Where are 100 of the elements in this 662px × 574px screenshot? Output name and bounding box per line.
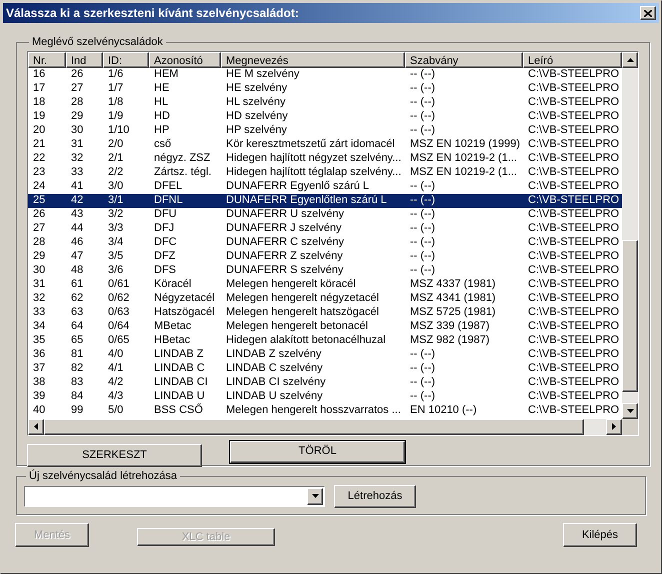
table-row[interactable]: 17 27 1/7 HE HE szelvény -- (--) C:\VB-STEELPRO (28, 82, 622, 96)
column-header[interactable]: Megnevezés (221, 52, 405, 68)
table-row[interactable]: 40 99 5/0 BSS CSŐ Melegen hengerelt hosszvarratos ... EN 10210 (--) C:\VB-STEELPRO (28, 404, 622, 418)
table-cell: 26 (71, 68, 84, 80)
table-row[interactable]: 19 29 1/9 HD HD szelvény -- (--) C:\VB-STEELPRO (28, 110, 622, 124)
table-cell: 17 (33, 82, 46, 94)
table-cell: 3/2 (108, 208, 124, 220)
table-cell: Köracél (154, 278, 192, 290)
table-cell: C:\VB-STEELPRO (528, 208, 620, 220)
table-row[interactable]: 36 81 4/0 LINDAB Z LINDAB Z szelvény -- (--) C:\VB-STEELPRO (28, 348, 622, 362)
table-cell: -- (--) (410, 264, 436, 276)
table-cell: -- (--) (410, 82, 436, 94)
table-row[interactable]: 34 64 0/64 MBetac Melegen hengerelt betonacél MSZ 339 (1987) C:\VB-STEELPRO (28, 320, 622, 334)
table-cell: C:\VB-STEELPRO (528, 180, 620, 192)
scroll-up-button[interactable] (622, 52, 638, 68)
table-cell: HE (154, 82, 170, 94)
table-row[interactable]: 33 63 0/63 Hatszögacél Melegen hengerelt hatszögacél MSZ 5725 (1981) C:\VB-STEELPRO (28, 306, 622, 320)
table-cell: 1/9 (108, 110, 124, 122)
table-row[interactable]: 30 48 3/6 DFS DUNAFERR S szelvény -- (--) C:\VB-STEELPRO (28, 264, 622, 278)
table-row[interactable]: 31 61 0/61 Köracél Melegen hengerelt köracél MSZ 4337 (1981) C:\VB-STEELPRO (28, 278, 622, 292)
table-row[interactable]: 18 28 1/8 HL HL szelvény -- (--) C:\VB-STEELPRO (28, 96, 622, 110)
column-header[interactable]: Szabvány (405, 52, 523, 68)
table-cell: C:\VB-STEELPRO (528, 110, 620, 122)
table-cell: DFS (154, 264, 176, 276)
table-cell: 62 (71, 292, 84, 304)
table-row[interactable]: 28 46 3/4 DFC DUNAFERR C szelvény -- (--) C:\VB-STEELPRO (28, 236, 622, 250)
table-cell: 1/6 (108, 68, 124, 80)
column-header[interactable]: Nr. (28, 52, 66, 68)
table-row[interactable]: 22 32 2/1 négyz. ZSZ Hidegen hajlított négyzet szelvény... MSZ EN 10219-2 (1... C:\VB-STEELPRO (28, 152, 622, 166)
table-cell: Hidegen hajlított téglalap szelvény... (226, 166, 402, 178)
table-row[interactable]: 37 82 4/1 LINDAB C LINDAB C szelvény -- (--) C:\VB-STEELPRO (28, 362, 622, 376)
table-cell: HL szelvény (226, 96, 286, 108)
table-cell: HD (154, 110, 170, 122)
table-cell: C:\VB-STEELPRO (528, 376, 620, 388)
table-row[interactable]: 24 41 3/0 DFEL DUNAFERR Egyenlő szárú L -- (--) C:\VB-STEELPRO (28, 180, 622, 194)
table-cell: DFEL (154, 180, 182, 192)
table-cell: 28 (71, 96, 84, 108)
table-row[interactable]: 16 26 1/6 HEM HE M szelvény -- (--) C:\VB-STEELPRO (28, 68, 622, 82)
column-header[interactable]: ID: (103, 52, 149, 68)
table-cell: 32 (33, 292, 46, 304)
table-row[interactable]: 35 65 0/65 HBetac Hidegen alakított betonacélhuzal MSZ 982 (1987) C:\VB-STEELPRO (28, 334, 622, 348)
table-cell: C:\VB-STEELPRO (528, 404, 620, 416)
window-title: Válassza ki a szerkeszteni kívánt szelvénycsaládot: (6, 5, 299, 22)
arrow-down-icon (626, 408, 634, 412)
table-cell: 40 (33, 404, 46, 416)
table-cell: 30 (33, 264, 46, 276)
table-cell: -- (--) (410, 96, 436, 108)
table-cell: C:\VB-STEELPRO (528, 222, 620, 234)
action-button[interactable]: SZERKESZT (27, 444, 202, 466)
scroll-thumb[interactable] (622, 240, 638, 392)
footer-button[interactable]: Kilépés (563, 523, 637, 547)
table-cell: DUNAFERR S szelvény (226, 264, 344, 276)
table-row[interactable]: 39 84 4/3 LINDAB U LINDAB U szelvény -- (--) C:\VB-STEELPRO (28, 390, 622, 404)
vertical-scrollbar[interactable] (622, 52, 638, 418)
table-cell: HP szelvény (226, 124, 287, 136)
table-row[interactable]: 32 62 0/62 Négyzetacél Melegen hengerelt négyzetacél MSZ 4341 (1981) C:\VB-STEELPRO (28, 292, 622, 306)
table-cell: MSZ 5725 (1981) (410, 306, 496, 318)
table-row[interactable]: 21 31 2/0 cső Kör keresztmetszetű zárt idomacél MSZ EN 10219 (1999) C:\VB-STEELPRO (28, 138, 622, 152)
family-combo-box[interactable] (24, 486, 325, 506)
table-cell: DUNAFERR U szelvény (226, 208, 344, 220)
table-cell: MSZ 4341 (1981) (410, 292, 496, 304)
table-cell: 28 (33, 236, 46, 248)
table-cell: Melegen hengerelt hosszvarratos ... (226, 404, 401, 416)
scroll-down-button[interactable] (622, 402, 638, 418)
table-cell: -- (--) (410, 124, 436, 136)
table-cell: C:\VB-STEELPRO (528, 348, 620, 360)
table-row[interactable]: 27 44 3/3 DFJ DUNAFERR J szelvény -- (--) C:\VB-STEELPRO (28, 222, 622, 236)
scroll-left-button[interactable] (28, 418, 44, 434)
table-row[interactable]: 38 83 4/2 LINDAB CI LINDAB CI szelvény -- (--) C:\VB-STEELPRO (28, 376, 622, 390)
table-cell: C:\VB-STEELPRO (528, 320, 620, 332)
table-cell: 2/2 (108, 166, 124, 178)
table-cell: HEM (154, 68, 178, 80)
table-cell: HL (154, 96, 168, 108)
table-row[interactable]: 20 30 1/10 HP HP szelvény -- (--) C:\VB-STEELPRO (28, 124, 622, 138)
table-row[interactable]: 26 43 3/2 DFU DUNAFERR U szelvény -- (--) C:\VB-STEELPRO (28, 208, 622, 222)
table-cell: 37 (33, 362, 46, 374)
table-cell: 24 (33, 180, 46, 192)
table-row[interactable]: 29 47 3/5 DFZ DUNAFERR Z szelvény -- (--) C:\VB-STEELPRO (28, 250, 622, 264)
table-cell: 19 (33, 110, 46, 122)
table-row[interactable]: 23 33 2/2 Zártsz. tégl. Hidegen hajlított téglalap szelvény... MSZ EN 10219-2 (1... C:\VB-STEELPRO (28, 166, 622, 180)
arrow-right-icon (612, 423, 616, 430)
table-row[interactable]: 25 42 3/1 DFNL DUNAFERR Egyenlőtlen szárú L -- (--) C:\VB-STEELPRO (28, 194, 622, 208)
column-header[interactable]: Leíró (523, 52, 622, 68)
table-cell: 84 (71, 390, 84, 402)
table-cell: MBetac (154, 320, 192, 332)
table-cell: DFC (154, 236, 177, 248)
action-button[interactable]: TÖRÖL (230, 440, 405, 462)
scrollbar-corner (622, 418, 638, 434)
table-cell: HBetac (154, 334, 190, 346)
table-cell: -- (--) (410, 222, 436, 234)
close-button[interactable] (640, 6, 656, 20)
scroll-right-button[interactable] (606, 418, 622, 434)
create-button[interactable]: Létrehozás (334, 484, 416, 508)
column-header[interactable]: Ind (66, 52, 103, 68)
table-cell: -- (--) (410, 390, 436, 402)
column-header[interactable]: Azonosító (149, 52, 221, 68)
table-cell: LINDAB U (154, 390, 205, 402)
table-cell: 16 (33, 68, 46, 80)
table-cell: C:\VB-STEELPRO (528, 306, 620, 318)
table-cell: Melegen hengerelt betonacél (226, 320, 368, 332)
